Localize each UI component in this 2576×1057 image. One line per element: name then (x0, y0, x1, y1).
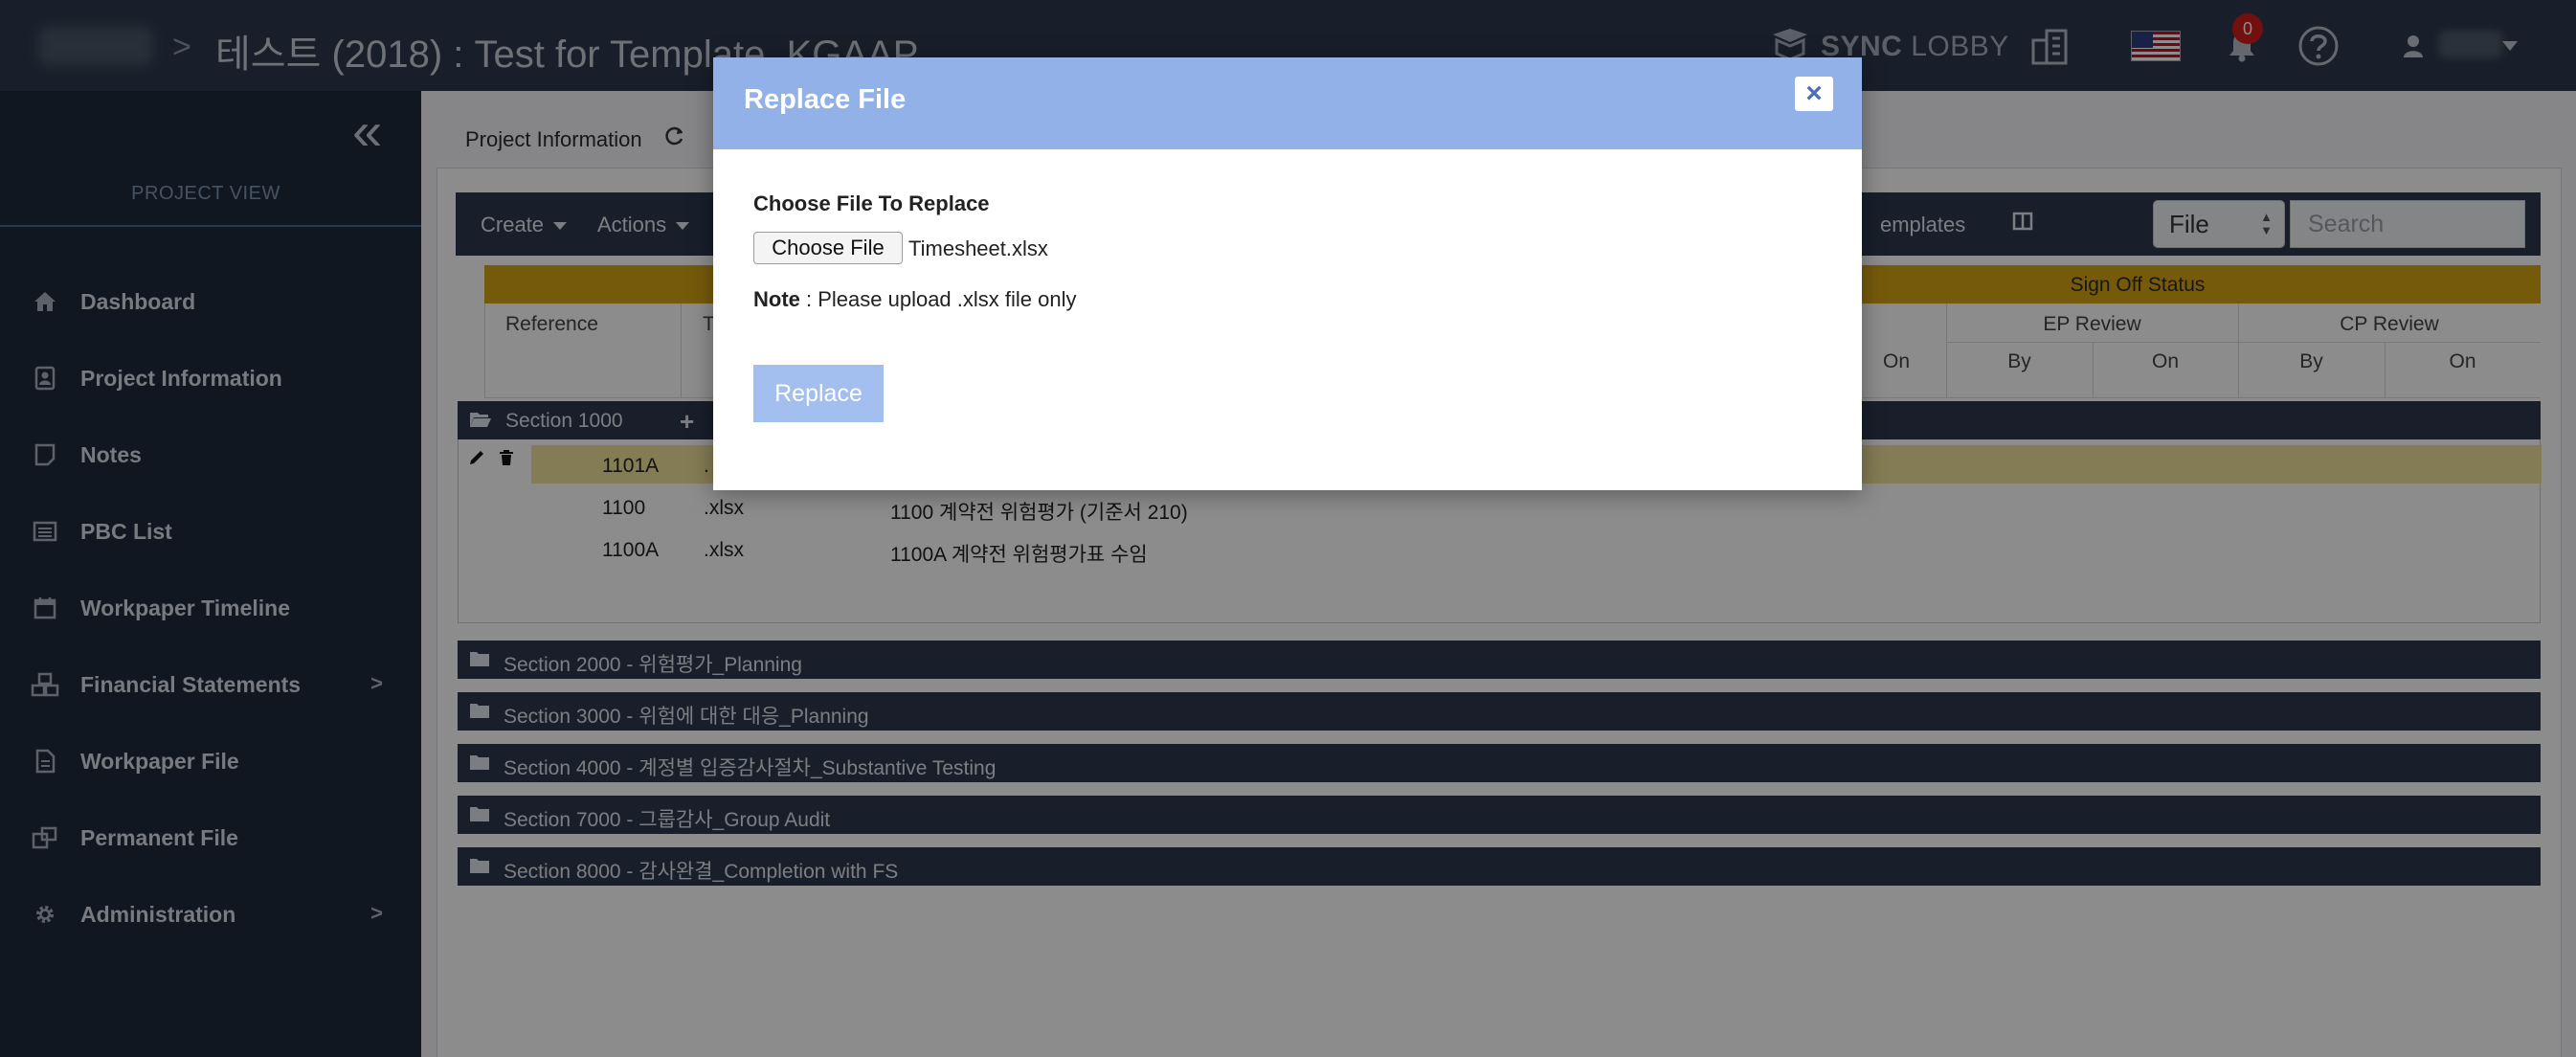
replace-file-dialog: Replace File × Choose File To Replace Ch… (713, 57, 1862, 490)
close-button[interactable]: × (1795, 77, 1833, 111)
upload-note: Note : Please upload .xlsx file only (753, 287, 1077, 312)
note-label: Note (753, 287, 800, 311)
chosen-file-name: Timesheet.xlsx (908, 236, 1048, 260)
note-text: : Please upload .xlsx file only (799, 287, 1077, 311)
replace-button[interactable]: Replace (753, 365, 884, 422)
dialog-title: Replace File (744, 84, 907, 115)
dialog-header: Replace File × (713, 57, 1862, 149)
choose-file-label: Choose File To Replace (753, 191, 990, 215)
choose-file-button[interactable]: Choose File (753, 232, 903, 264)
